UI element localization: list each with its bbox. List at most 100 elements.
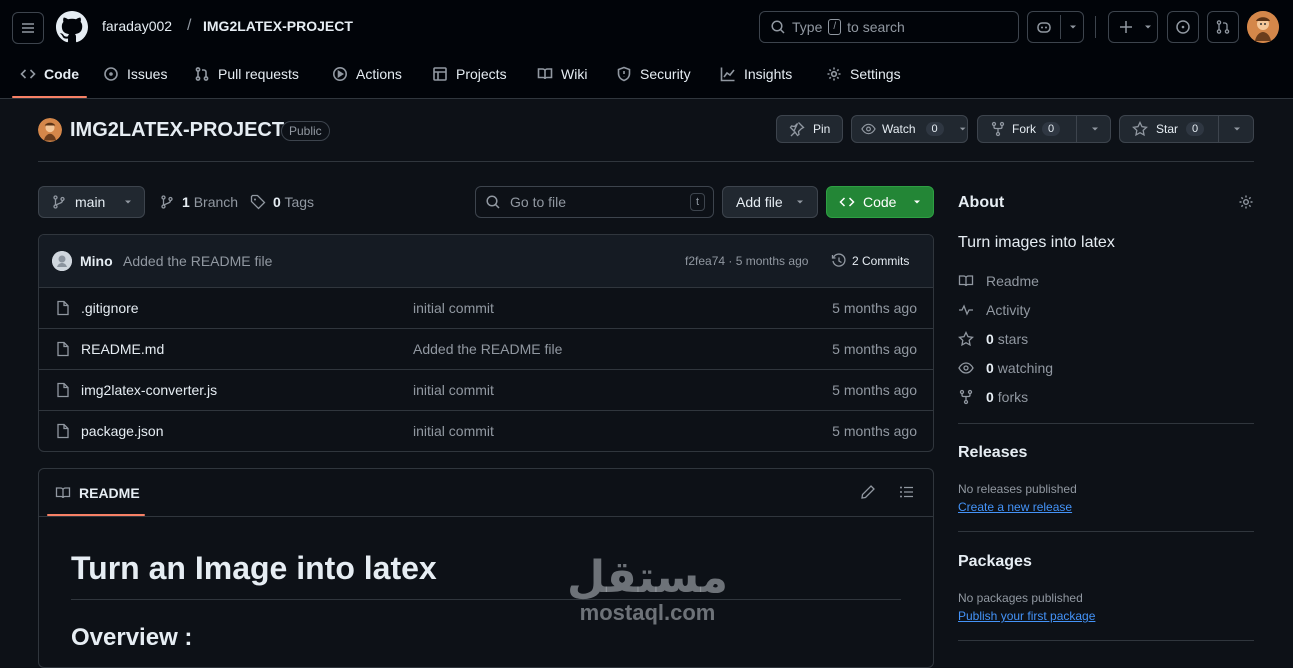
go-to-file-input[interactable]: Go to file t (475, 186, 714, 218)
file-date: 5 months ago (832, 341, 917, 357)
file-date: 5 months ago (832, 300, 917, 316)
table-row[interactable]: .gitignore initial commit 5 months ago (39, 287, 933, 328)
eye-icon (861, 123, 876, 135)
publish-package-link[interactable]: Publish your first package (958, 609, 1095, 623)
forks-link[interactable]: 0 forks (958, 389, 1028, 405)
file-commit-message[interactable]: Added the README file (413, 341, 562, 357)
stars-link[interactable]: 0 stars (958, 331, 1028, 347)
file-date: 5 months ago (832, 423, 917, 439)
file-commit-message[interactable]: initial commit (413, 423, 494, 439)
readme-tab[interactable]: README (55, 485, 140, 501)
copilot-button[interactable] (1027, 11, 1084, 43)
create-new-button[interactable] (1108, 11, 1158, 43)
file-icon (57, 300, 69, 316)
list-unordered-icon (900, 486, 913, 498)
branches-link[interactable]: 1 Branch (159, 194, 238, 210)
tab-issues[interactable]: Issues (95, 58, 175, 90)
tab-security[interactable]: Security (608, 58, 699, 90)
file-name[interactable]: README.md (81, 341, 164, 357)
pull-requests-button[interactable] (1207, 11, 1239, 43)
commit-meta[interactable]: f2fea74 · 5 months ago (685, 254, 808, 268)
search-input[interactable]: Type / to search (759, 11, 1019, 43)
packages-empty: No packages published (958, 591, 1083, 605)
file-name[interactable]: .gitignore (81, 300, 139, 316)
table-row[interactable]: img2latex-converter.js initial commit 5 … (39, 369, 933, 410)
about-settings-button[interactable] (1238, 194, 1254, 210)
git-branch-icon (53, 195, 65, 209)
commit-author[interactable]: Mino (80, 253, 113, 269)
table-row[interactable]: package.json initial commit 5 months ago (39, 410, 933, 451)
add-file-button[interactable]: Add file (722, 186, 818, 218)
commit-author-avatar[interactable] (52, 251, 72, 271)
issues-button[interactable] (1167, 11, 1199, 43)
tab-wiki[interactable]: Wiki (529, 58, 595, 90)
search-icon (771, 20, 785, 34)
tab-projects[interactable]: Projects (424, 58, 515, 90)
watch-button[interactable]: Watch 0 (851, 115, 968, 143)
releases-heading[interactable]: Releases (958, 444, 1027, 462)
search-suffix: to search (847, 19, 905, 35)
tab-settings[interactable]: Settings (818, 58, 909, 90)
history-icon (831, 253, 846, 267)
tab-label: Issues (127, 66, 168, 82)
divider (38, 161, 1254, 162)
tab-pull-requests[interactable]: Pull requests (186, 58, 307, 90)
book-icon (55, 487, 71, 499)
git-pull-request-icon (1216, 20, 1230, 34)
chevron-down-icon (1092, 127, 1098, 131)
star-button[interactable]: Star 0 (1119, 115, 1254, 143)
repo-avatar (38, 118, 62, 142)
eye-icon (958, 362, 974, 374)
tab-label: Pull requests (218, 66, 299, 82)
breadcrumb-separator: / (187, 17, 192, 34)
user-avatar[interactable] (1247, 11, 1279, 43)
readme-link[interactable]: Readme (958, 273, 1039, 289)
file-name[interactable]: img2latex-converter.js (81, 382, 217, 398)
repo-title[interactable]: IMG2LATEX-PROJECT (70, 119, 284, 142)
tab-label: Actions (356, 66, 402, 82)
commits-link[interactable]: 2 Commits (831, 253, 909, 269)
copilot-icon (1037, 22, 1051, 33)
outline-button[interactable] (899, 484, 915, 500)
pin-button[interactable]: Pin (776, 115, 843, 143)
tags-link[interactable]: 0 Tags (250, 194, 314, 210)
file-commit-message[interactable]: initial commit (413, 382, 494, 398)
code-button[interactable]: Code (826, 186, 934, 218)
activity-link[interactable]: Activity (958, 302, 1030, 318)
watermark-latin: mostaql.com (579, 600, 716, 625)
tab-label: Projects (456, 66, 507, 82)
edit-readme-button[interactable] (860, 484, 876, 500)
tab-insights[interactable]: Insights (712, 58, 800, 90)
file-date: 5 months ago (832, 382, 917, 398)
tab-label: Settings (850, 66, 901, 82)
chevron-down-icon (125, 200, 132, 204)
repo-name-link[interactable]: IMG2LATEX-PROJECT (203, 18, 353, 34)
file-name[interactable]: package.json (81, 423, 164, 439)
tab-code[interactable]: Code (12, 58, 87, 90)
watching-link[interactable]: 0 watching (958, 360, 1053, 376)
active-tab-underline (12, 96, 87, 98)
github-logo-icon[interactable] (56, 11, 88, 43)
issue-icon (104, 67, 118, 81)
fork-button[interactable]: Fork 0 (977, 115, 1111, 143)
chevron-down-icon (796, 200, 803, 204)
branch-selector[interactable]: main (38, 186, 145, 218)
file-commit-message[interactable]: initial commit (413, 300, 494, 316)
table-row[interactable]: README.md Added the README file 5 months… (39, 328, 933, 369)
create-release-link[interactable]: Create a new release (958, 500, 1072, 514)
commit-message[interactable]: Added the README file (123, 253, 272, 269)
visibility-badge: Public (281, 121, 330, 141)
pin-icon (789, 122, 805, 137)
tab-actions[interactable]: Actions (324, 58, 410, 90)
search-icon (486, 195, 500, 209)
packages-heading[interactable]: Packages (958, 553, 1032, 571)
code-icon (839, 197, 855, 207)
code-icon (20, 69, 36, 79)
chevron-down-icon (914, 200, 921, 204)
tag-icon (250, 194, 266, 210)
repo-owner-link[interactable]: faraday002 (102, 18, 172, 34)
issue-opened-icon (1176, 20, 1190, 34)
menu-button[interactable] (12, 12, 44, 44)
tab-label: Wiki (561, 66, 588, 82)
tab-label: Security (640, 66, 691, 82)
